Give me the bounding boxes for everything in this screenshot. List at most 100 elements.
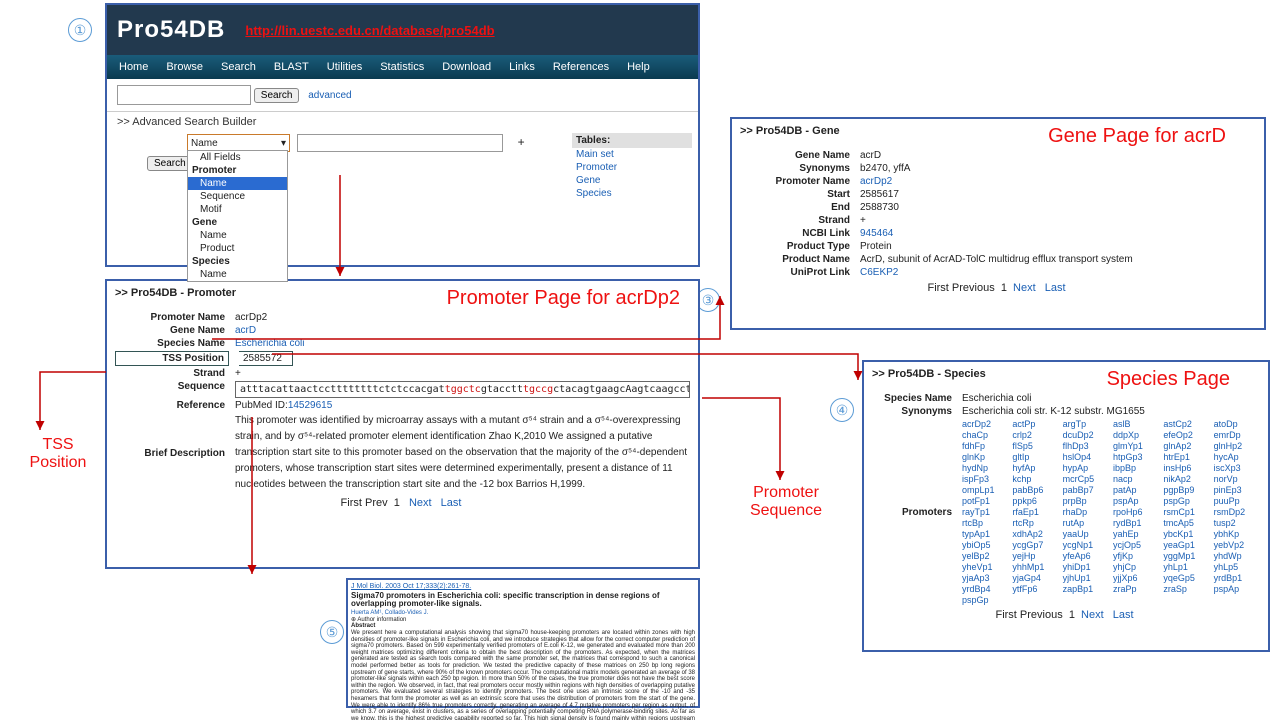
species-promoter-link[interactable]: ybcKp1 bbox=[1163, 529, 1209, 539]
builder-search-button[interactable]: Search bbox=[147, 156, 193, 171]
dd-option[interactable]: Name bbox=[188, 229, 287, 242]
promoter-gene-link[interactable]: acrD bbox=[235, 325, 690, 336]
species-promoter-link[interactable]: pabBp7 bbox=[1063, 485, 1109, 495]
species-promoter-link[interactable]: ycgGp7 bbox=[1012, 540, 1058, 550]
nav-blast[interactable]: BLAST bbox=[266, 61, 317, 73]
species-promoter-link[interactable]: yhjCp bbox=[1113, 562, 1159, 572]
species-promoter-link[interactable]: patAp bbox=[1113, 485, 1159, 495]
species-promoter-link[interactable]: nacp bbox=[1113, 474, 1159, 484]
species-promoter-link[interactable]: argTp bbox=[1063, 419, 1109, 429]
species-promoter-link[interactable]: pspGp bbox=[962, 595, 1008, 605]
species-promoter-link[interactable]: yhdWp bbox=[1214, 551, 1260, 561]
species-promoter-link[interactable]: glnAp2 bbox=[1163, 441, 1209, 451]
species-promoter-link[interactable]: zapBp1 bbox=[1063, 584, 1109, 594]
search-button[interactable]: Search bbox=[254, 88, 300, 103]
species-promoter-link[interactable]: puuPp bbox=[1214, 496, 1260, 506]
dd-option[interactable]: Gene bbox=[188, 216, 287, 229]
species-promoter-link[interactable]: zraSp bbox=[1163, 584, 1209, 594]
species-promoter-link[interactable]: emrDp bbox=[1214, 430, 1260, 440]
dd-option[interactable]: Product bbox=[188, 242, 287, 255]
species-promoter-link[interactable]: yrdBp1 bbox=[1214, 573, 1260, 583]
nav-references[interactable]: References bbox=[545, 61, 617, 73]
species-promoter-link[interactable]: pspAp bbox=[1214, 584, 1260, 594]
pubmed-link[interactable]: 14529615 bbox=[288, 400, 333, 411]
dd-option[interactable]: Motif bbox=[188, 203, 287, 216]
species-promoter-link[interactable]: yjhUp1 bbox=[1063, 573, 1109, 583]
species-promoter-link[interactable]: xdhAp2 bbox=[1012, 529, 1058, 539]
species-promoter-link[interactable]: norVp bbox=[1214, 474, 1260, 484]
dd-option[interactable]: Sequence bbox=[188, 190, 287, 203]
species-promoter-link[interactable]: yqeGp5 bbox=[1163, 573, 1209, 583]
species-promoter-link[interactable]: rtcBp bbox=[962, 518, 1008, 528]
species-promoter-link[interactable]: ispFp3 bbox=[962, 474, 1008, 484]
dd-option[interactable]: Species bbox=[188, 255, 287, 268]
species-promoter-link[interactable]: rfaEp1 bbox=[1012, 507, 1058, 517]
species-promoter-link[interactable]: yjaAp3 bbox=[962, 573, 1008, 583]
species-promoter-link[interactable]: rpoHp6 bbox=[1113, 507, 1159, 517]
table-link[interactable]: Promoter bbox=[572, 161, 692, 174]
nav-links[interactable]: Links bbox=[501, 61, 543, 73]
species-promoter-link[interactable]: yfjKp bbox=[1113, 551, 1159, 561]
species-promoter-link[interactable]: ibpBp bbox=[1113, 463, 1159, 473]
species-promoter-link[interactable]: insHp6 bbox=[1163, 463, 1209, 473]
dd-option[interactable]: Name bbox=[188, 268, 287, 281]
species-promoter-link[interactable]: tmcAp5 bbox=[1163, 518, 1209, 528]
species-promoter-link[interactable]: ycgNp1 bbox=[1063, 540, 1109, 550]
nav-statistics[interactable]: Statistics bbox=[372, 61, 432, 73]
species-promoter-link[interactable]: fdhFp bbox=[962, 441, 1008, 451]
site-url[interactable]: http://lin.uestc.edu.cn/database/pro54db bbox=[245, 23, 494, 38]
species-promoter-link[interactable]: pspAp bbox=[1113, 496, 1159, 506]
species-promoter-link[interactable]: hypAp bbox=[1063, 463, 1109, 473]
next-page[interactable]: Next bbox=[409, 497, 432, 509]
species-promoter-link[interactable]: prpBp bbox=[1063, 496, 1109, 506]
species-promoter-link[interactable]: zraPp bbox=[1113, 584, 1159, 594]
species-promoter-link[interactable]: yhLp5 bbox=[1214, 562, 1260, 572]
species-promoter-link[interactable]: hycAp bbox=[1214, 452, 1260, 462]
species-promoter-link[interactable]: yggMp1 bbox=[1163, 551, 1209, 561]
nav-home[interactable]: Home bbox=[111, 61, 156, 73]
species-promoter-link[interactable]: htpGp3 bbox=[1113, 452, 1159, 462]
species-promoter-link[interactable]: glnHp2 bbox=[1214, 441, 1260, 451]
species-promoter-link[interactable]: yjaGp4 bbox=[1012, 573, 1058, 583]
species-promoter-link[interactable]: ybiOp5 bbox=[962, 540, 1008, 550]
species-promoter-link[interactable]: pspGp bbox=[1163, 496, 1209, 506]
gene-promoter-link[interactable]: acrDp2 bbox=[860, 176, 1256, 187]
species-promoter-link[interactable]: yhLp1 bbox=[1163, 562, 1209, 572]
species-promoter-link[interactable]: yfeAp6 bbox=[1063, 551, 1109, 561]
species-promoter-link[interactable]: ycjOp5 bbox=[1113, 540, 1159, 550]
species-promoter-link[interactable]: aslB bbox=[1113, 419, 1159, 429]
nav-help[interactable]: Help bbox=[619, 61, 658, 73]
dd-option[interactable]: All Fields bbox=[188, 151, 287, 164]
table-link[interactable]: Gene bbox=[572, 174, 692, 187]
table-link[interactable]: Main set bbox=[572, 148, 692, 161]
dd-option[interactable]: Promoter bbox=[188, 164, 287, 177]
species-promoter-link[interactable]: rhaDp bbox=[1063, 507, 1109, 517]
species-promoter-link[interactable]: actPp bbox=[1012, 419, 1058, 429]
nav-search[interactable]: Search bbox=[213, 61, 264, 73]
species-promoter-link[interactable]: rayTp1 bbox=[962, 507, 1008, 517]
species-promoter-link[interactable]: mcrCp5 bbox=[1063, 474, 1109, 484]
species-promoter-link[interactable]: hyfAp bbox=[1012, 463, 1058, 473]
species-promoter-link[interactable]: htrEp1 bbox=[1163, 452, 1209, 462]
species-promoter-link[interactable]: typAp1 bbox=[962, 529, 1008, 539]
species-promoter-link[interactable]: yhhMp1 bbox=[1012, 562, 1058, 572]
species-promoter-link[interactable]: chaCp bbox=[962, 430, 1008, 440]
search-input[interactable] bbox=[117, 85, 251, 105]
species-promoter-link[interactable]: yhiDp1 bbox=[1063, 562, 1109, 572]
species-promoter-link[interactable]: yheVp1 bbox=[962, 562, 1008, 572]
species-promoter-link[interactable]: crlp2 bbox=[1012, 430, 1058, 440]
field-dropdown[interactable]: Name▾ All FieldsPromoterNameSequenceMoti… bbox=[187, 134, 290, 152]
species-promoter-link[interactable]: iscXp3 bbox=[1214, 463, 1260, 473]
species-promoter-link[interactable]: rtcRp bbox=[1012, 518, 1058, 528]
species-promoter-link[interactable]: efeOp2 bbox=[1163, 430, 1209, 440]
species-promoter-link[interactable]: gltIp bbox=[1012, 452, 1058, 462]
species-promoter-link[interactable]: yrdBp4 bbox=[962, 584, 1008, 594]
ref-authinfo[interactable]: ⊕ Author information bbox=[351, 617, 695, 624]
species-promoter-link[interactable]: atoDp bbox=[1214, 419, 1260, 429]
species-promoter-link[interactable]: yebVp2 bbox=[1214, 540, 1260, 550]
species-promoter-link[interactable]: flhDp3 bbox=[1063, 441, 1109, 451]
species-promoter-link[interactable]: nikAp2 bbox=[1163, 474, 1209, 484]
species-promoter-link[interactable]: glmYp1 bbox=[1113, 441, 1159, 451]
nav-utilities[interactable]: Utilities bbox=[319, 61, 370, 73]
species-promoter-link[interactable]: pgpBp9 bbox=[1163, 485, 1209, 495]
